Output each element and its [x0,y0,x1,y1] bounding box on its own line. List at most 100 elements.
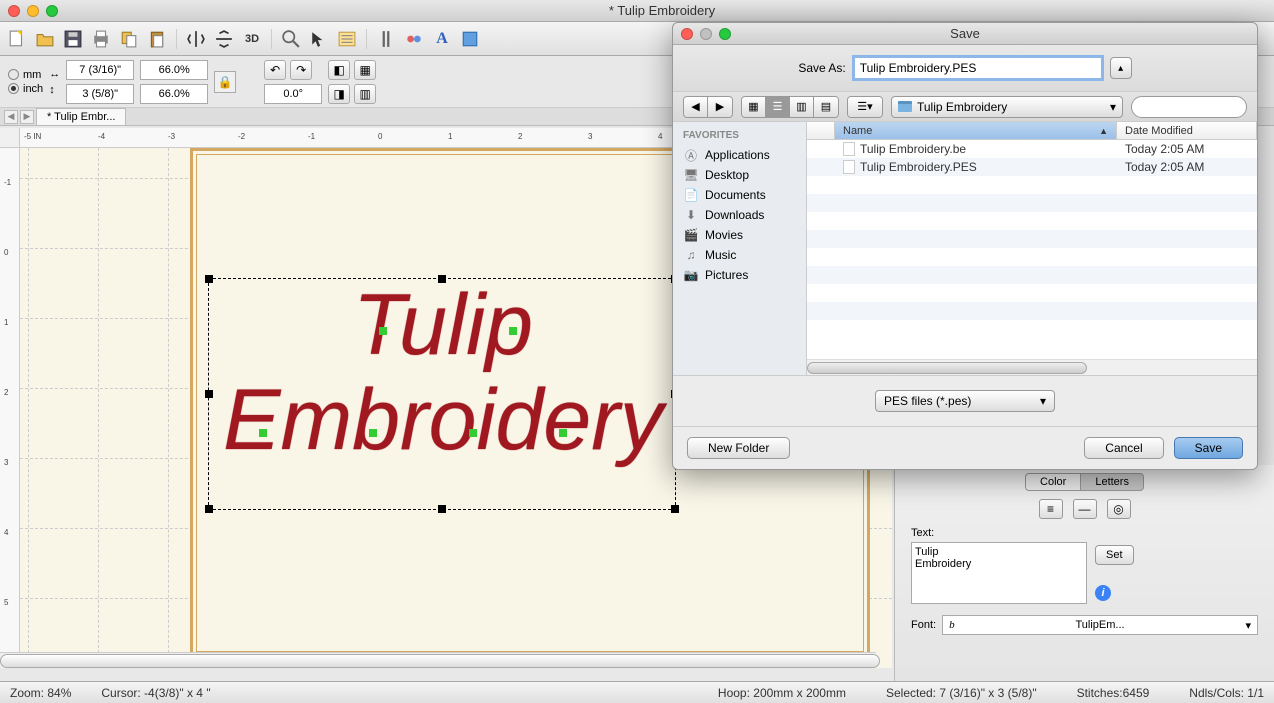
align-btn-4[interactable]: ▥ [354,84,376,104]
tab-color[interactable]: Color [1025,473,1081,491]
zoom-window-button[interactable] [46,5,58,17]
save-as-label: Save As: [798,61,845,75]
save-icon[interactable] [62,28,84,50]
text-label: Text: [911,527,1087,539]
desktop-icon: 🖥 [683,168,699,182]
nav-back-button[interactable]: ◀ [684,97,708,117]
font-selector[interactable]: b TulipEm... ▾ [942,615,1258,635]
height-input[interactable] [66,84,134,104]
minimize-window-button[interactable] [27,5,39,17]
right-panel: Color Letters ≡ — ◎ Text: Tulip Embroide… [894,465,1274,681]
sidebar-item-applications[interactable]: ⒶApplications [673,145,806,165]
sidebar-item-downloads[interactable]: ⬇Downloads [673,205,806,225]
panel-tabs: Color Letters [911,473,1258,491]
new-folder-button[interactable]: New Folder [687,437,790,459]
rotate-cw-button[interactable]: ↷ [290,60,312,80]
cancel-button[interactable]: Cancel [1084,437,1163,459]
tab-next-button[interactable]: ▶ [20,110,34,124]
save-button[interactable]: Save [1174,437,1243,459]
flip-horizontal-icon[interactable] [185,28,207,50]
column-name[interactable]: Name▲ [835,122,1117,139]
view-list-button[interactable]: ☰ [766,97,790,117]
unit-mm-radio[interactable] [8,69,19,80]
selection-box[interactable] [208,278,676,510]
properties-icon[interactable] [336,28,358,50]
file-row[interactable]: Tulip Embroidery.PES Today 2:05 AM [807,158,1257,176]
set-button[interactable]: Set [1095,545,1134,565]
dialog-titlebar: Save [673,23,1257,45]
ruler-corner [0,128,20,148]
file-format-selector[interactable]: PES files (*.pes) ▾ [875,390,1055,412]
dialog-buttons: New Folder Cancel Save [673,426,1257,469]
nav-forward-button[interactable]: ▶ [708,97,732,117]
column-date[interactable]: Date Modified [1117,122,1257,139]
align-center-toggle[interactable]: — [1073,499,1097,519]
rotation-input[interactable] [264,84,322,104]
tab-prev-button[interactable]: ◀ [4,110,18,124]
main-titlebar: * Tulip Embroidery [0,0,1274,22]
copy-icon[interactable] [118,28,140,50]
text-tool-icon[interactable]: A [431,28,453,50]
scale-h-input[interactable] [140,84,208,104]
height-icon: ↕ [49,84,60,96]
dialog-zoom-button[interactable] [719,28,731,40]
toggle-expanded-button[interactable]: ▴ [1110,57,1132,79]
filename-input[interactable] [854,57,1102,79]
new-file-icon[interactable] [6,28,28,50]
sidebar-item-movies[interactable]: 🎬Movies [673,225,806,245]
dialog-search-input[interactable] [1131,96,1247,118]
window-title: * Tulip Embroidery [58,3,1266,18]
view-icon-button[interactable]: ▦ [742,97,766,117]
canvas-scrollbar-h[interactable] [0,652,876,668]
open-file-icon[interactable] [34,28,56,50]
arrange-button[interactable]: ☰▾ [848,97,882,117]
file-row[interactable]: Tulip Embroidery.be Today 2:05 AM [807,140,1257,158]
aspect-lock-button[interactable]: 🔒 [214,71,236,93]
unit-inch-radio[interactable] [8,83,19,94]
dialog-close-button[interactable] [681,28,693,40]
text-input[interactable]: Tulip Embroidery [911,542,1087,604]
align-btn-3[interactable]: ◨ [328,84,350,104]
status-selected: Selected: 7 (3/16)" x 3 (5/8)" [886,686,1037,700]
close-window-button[interactable] [8,5,20,17]
sidebar-item-pictures[interactable]: 📷Pictures [673,265,806,285]
status-cursor: Cursor: -4(3/8)" x 4 " [101,686,210,700]
file-icon [843,142,855,156]
sidebar-item-documents[interactable]: 📄Documents [673,185,806,205]
sidebar-item-desktop[interactable]: 🖥Desktop [673,165,806,185]
file-icon [843,160,855,174]
tab-letters[interactable]: Letters [1081,473,1144,491]
align-left-toggle[interactable]: ≡ [1039,499,1063,519]
design-icon[interactable] [459,28,481,50]
thread-icon[interactable] [403,28,425,50]
document-tab[interactable]: * Tulip Embr... [36,108,126,125]
flip-vertical-icon[interactable] [213,28,235,50]
location-name: Tulip Embroidery [917,100,1105,114]
info-icon[interactable]: i [1095,585,1111,601]
align-circle-toggle[interactable]: ◎ [1107,499,1131,519]
location-selector[interactable]: Tulip Embroidery ▾ [891,96,1123,118]
file-list-scrollbar[interactable] [807,359,1257,375]
view-coverflow-button[interactable]: ▤ [814,97,838,117]
sidebar-item-music[interactable]: ♫Music [673,245,806,265]
width-input[interactable] [66,60,134,80]
align-btn-1[interactable]: ◧ [328,60,350,80]
rotate-ccw-button[interactable]: ↶ [264,60,286,80]
3d-view-icon[interactable]: 3D [241,28,263,50]
align-btn-2[interactable]: ▦ [354,60,376,80]
select-arrow-icon[interactable] [308,28,330,50]
status-zoom: Zoom: 84% [10,686,71,700]
font-label: Font: [911,619,936,631]
unit-inch-label: inch [23,83,43,95]
scale-w-input[interactable] [140,60,208,80]
view-column-button[interactable]: ▥ [790,97,814,117]
ruler-vertical: -1 0 1 2 3 4 5 6 [0,148,20,668]
paste-icon[interactable] [146,28,168,50]
print-icon[interactable] [90,28,112,50]
zoom-icon[interactable] [280,28,302,50]
dialog-minimize-button[interactable] [700,28,712,40]
unit-selector: mm inch [8,69,43,95]
needle-icon[interactable] [375,28,397,50]
width-icon: ↔ [49,68,60,80]
status-stitches: Stitches:6459 [1077,686,1150,700]
